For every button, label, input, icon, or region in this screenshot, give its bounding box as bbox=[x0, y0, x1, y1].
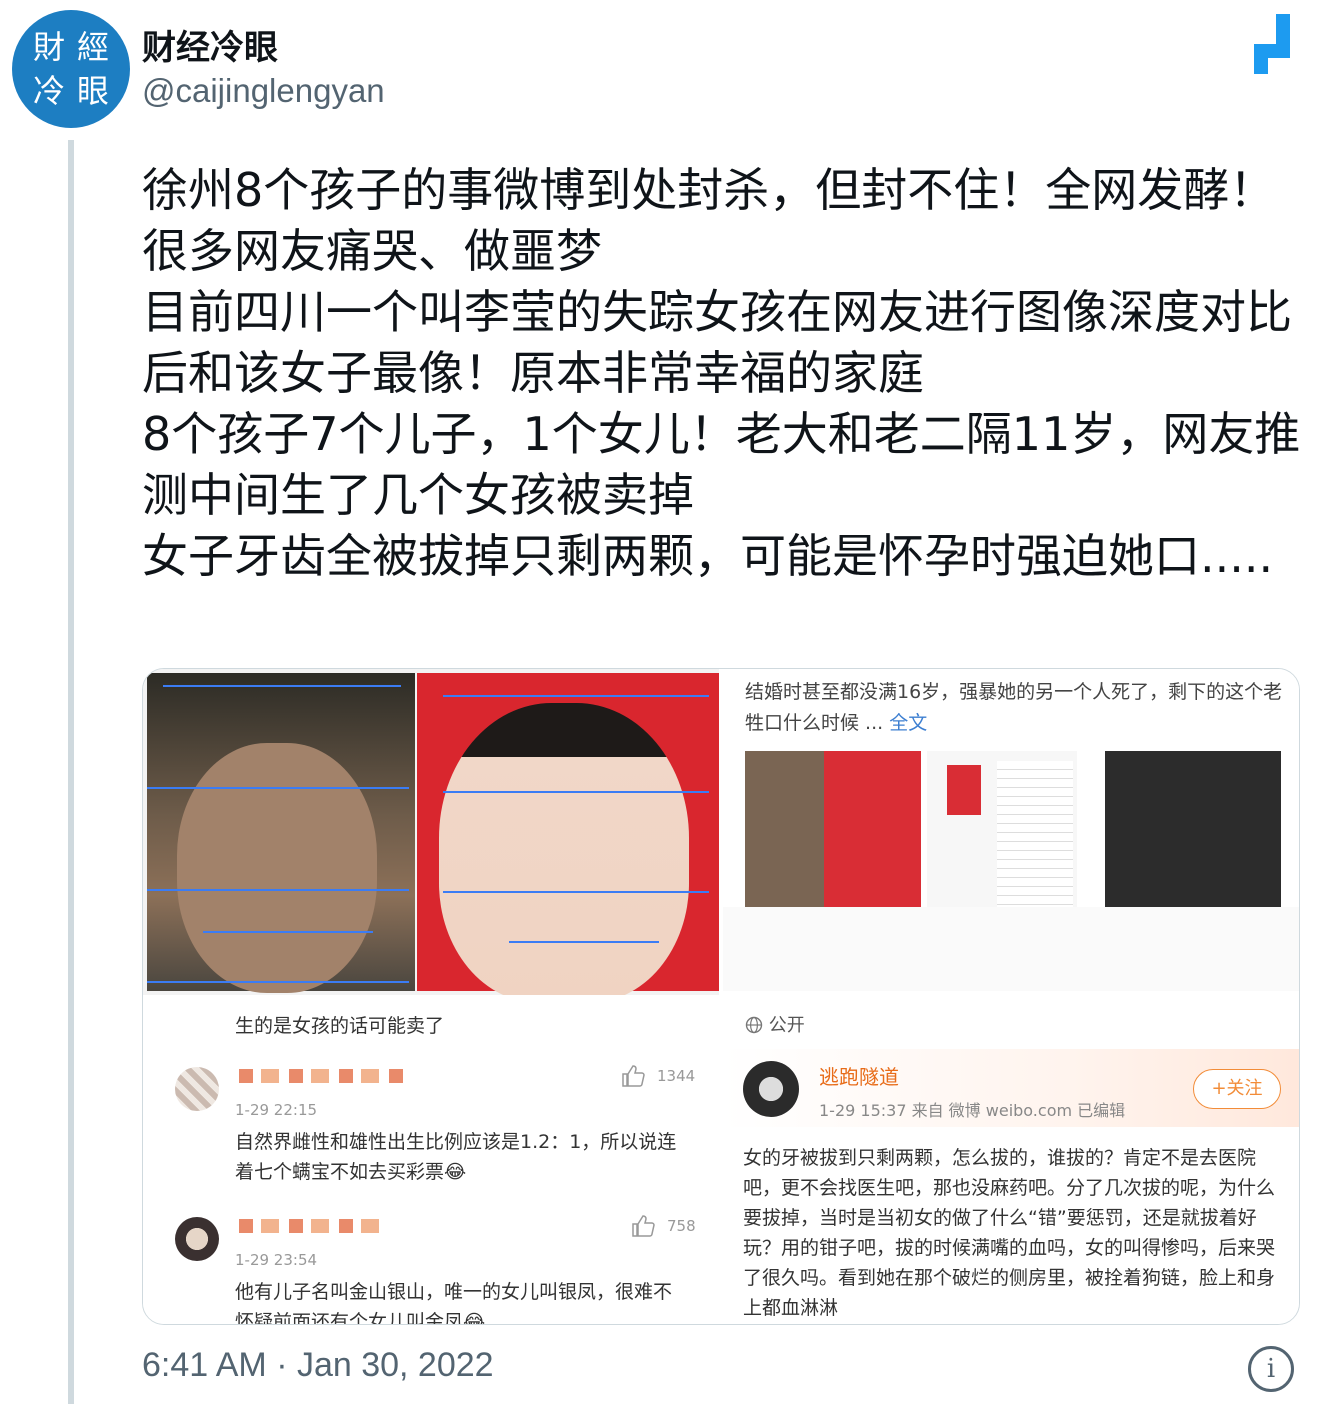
avatar-char: 經 bbox=[76, 28, 109, 66]
face-comparison-photo[interactable] bbox=[143, 669, 719, 1003]
tweet-timestamp[interactable]: 6:41 AM · Jan 30, 2022 bbox=[142, 1346, 494, 1385]
avatar-char: 眼 bbox=[76, 72, 109, 110]
reply-text: 女的牙被拔到只剩两颗，怎么拔的，谁拔的？肯定不是去医院吧，更不会找医生吧，那也没… bbox=[743, 1147, 1276, 1319]
photo-woman bbox=[147, 673, 415, 993]
visibility-label: 公开 bbox=[745, 1011, 805, 1037]
blog-logo-icon[interactable] bbox=[1248, 14, 1296, 74]
post-excerpt: 结婚时甚至都没满16岁，强暴她的另一个人死了，剩下的这个老牲口什么时候 ... … bbox=[745, 677, 1285, 739]
account-avatar[interactable]: 財 經 冷 眼 bbox=[12, 10, 130, 128]
photo-missing-girl bbox=[417, 673, 719, 1003]
comparison-line bbox=[443, 695, 709, 697]
comparison-line bbox=[147, 889, 409, 891]
tweet-media-card[interactable]: 生的是女孩的话可能卖了 1-29 22:15 1344 自然界雌性和雄性出生比例… bbox=[142, 668, 1300, 1325]
read-more-link[interactable]: 全文 bbox=[889, 712, 927, 734]
thread-rail bbox=[68, 140, 74, 1404]
id-photo bbox=[947, 765, 981, 815]
tweet-line: 徐州8个孩子的事微博到处封杀，但封不住！全网发酵！很多网友痛哭、做噩梦 bbox=[142, 163, 1276, 278]
tweet-line: 8个孩子7个儿子，1个女儿！老大和老二隔11岁，网友推测中间生了几个女孩被卖掉 bbox=[142, 407, 1301, 522]
weibo-reply-screenshot[interactable]: 逃跑隧道 1-29 15:37 来自 微博 weibo.com 已编辑 +关注 … bbox=[723, 1049, 1299, 1324]
document-image bbox=[997, 761, 1073, 911]
avatar-char: 財 bbox=[32, 28, 65, 66]
comparison-line bbox=[203, 931, 373, 933]
comparison-line bbox=[147, 981, 409, 983]
face-shape bbox=[177, 743, 377, 993]
post-meta: 1-29 15:37 来自 微博 weibo.com 已编辑 bbox=[819, 1101, 1126, 1120]
tweet-line: 目前四川一个叫李莹的失踪女孩在网友进行图像深度对比后和该女子最像！原本非常幸福的… bbox=[142, 285, 1292, 400]
comments-title: 生的是女孩的话可能卖了 bbox=[235, 1015, 445, 1037]
weibo-username[interactable]: 逃跑隧道 bbox=[819, 1061, 899, 1090]
avatar-char: 冷 bbox=[32, 72, 65, 110]
blurred-avatar bbox=[175, 1067, 219, 1111]
tweet-line: 女子牙齿全被拔掉只剩两颗，可能是怀孕时强迫她口..... bbox=[142, 529, 1274, 583]
comparison-line bbox=[443, 791, 709, 793]
like-count: 1344 bbox=[657, 1067, 696, 1085]
comparison-line bbox=[163, 685, 401, 687]
comment-text: 他有儿子名叫金山银山，唯一的女儿叫银凤，很难不怀疑前面还有个女儿叫金凤😂 bbox=[235, 1281, 673, 1325]
thumbnail-caption-strip bbox=[723, 907, 1299, 991]
thumbs-up-icon[interactable] bbox=[621, 1065, 645, 1087]
comment-time: 1-29 22:15 bbox=[235, 1101, 318, 1119]
comment-text: 自然界雌性和雄性出生比例应该是1.2：1，所以说连着七个螨宝不如去买彩票😂 bbox=[235, 1131, 677, 1183]
visibility-text: 公开 bbox=[768, 1015, 805, 1036]
weibo-post-screenshot[interactable]: 结婚时甚至都没满16岁，强暴她的另一个人死了，剩下的这个老牲口什么时候 ... … bbox=[723, 669, 1299, 1036]
post-excerpt-text: 结婚时甚至都没满16岁，强暴她的另一个人死了，剩下的这个老牲口什么时候 ... bbox=[745, 681, 1283, 734]
blurred-username bbox=[239, 1069, 409, 1083]
globe-icon bbox=[745, 1016, 763, 1034]
weibo-comments-screenshot[interactable]: 生的是女孩的话可能卖了 1-29 22:15 1344 自然界雌性和雄性出生比例… bbox=[143, 995, 719, 1324]
display-name[interactable]: 财经冷眼 bbox=[142, 20, 278, 69]
blurred-username bbox=[239, 1219, 389, 1233]
thumbs-up-icon[interactable] bbox=[631, 1215, 655, 1237]
tweet-text: 徐州8个孩子的事微博到处封杀，但封不住！全网发酵！很多网友痛哭、做噩梦 目前四川… bbox=[142, 160, 1302, 587]
comparison-line bbox=[509, 941, 659, 943]
comparison-line bbox=[443, 891, 709, 893]
avatar[interactable] bbox=[743, 1061, 799, 1117]
face-shape bbox=[439, 703, 689, 1003]
follow-button[interactable]: +关注 bbox=[1193, 1069, 1281, 1109]
comparison-line bbox=[147, 787, 409, 789]
like-count: 758 bbox=[667, 1217, 696, 1235]
account-handle[interactable]: @caijinglengyan bbox=[142, 72, 385, 110]
info-icon[interactable]: i bbox=[1248, 1346, 1294, 1392]
comment-time: 1-29 23:54 bbox=[235, 1251, 318, 1269]
blurred-avatar bbox=[175, 1217, 219, 1261]
